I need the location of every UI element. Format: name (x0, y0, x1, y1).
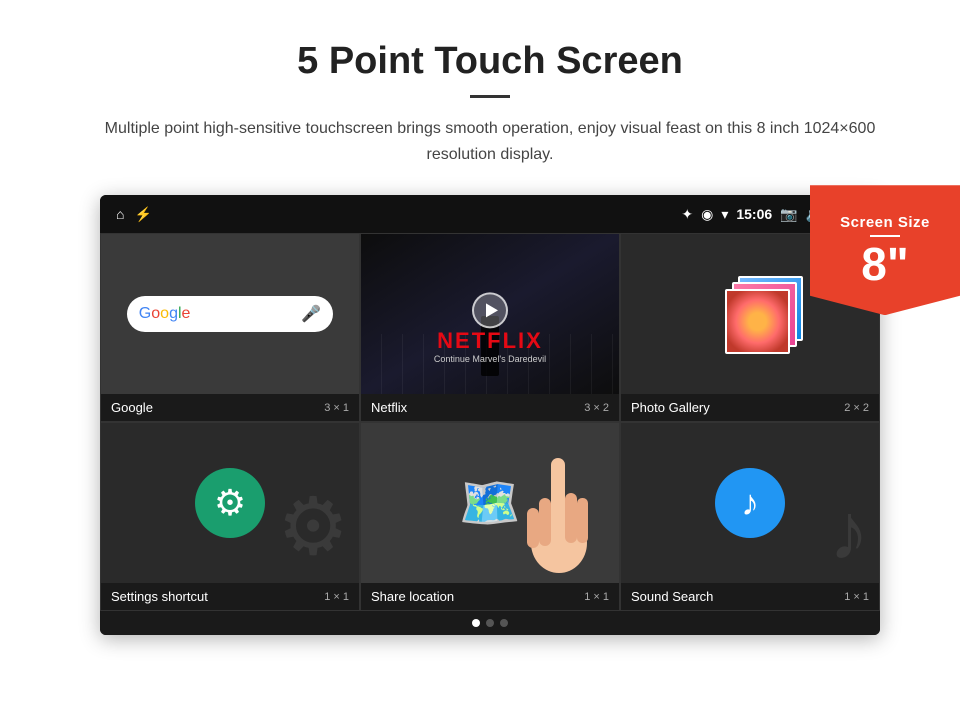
google-app-cell[interactable]: Google 🎤 Google 3 × 1 (100, 233, 360, 422)
dot-1[interactable] (472, 619, 480, 627)
android-screen: ⌂ ⚡ ✦ ◉ ▾ 15:06 📷 🔊 ⊡ (100, 195, 880, 635)
google-label-bar: Google 3 × 1 (101, 394, 359, 421)
netflix-subtitle: Continue Marvel's Daredevil (434, 354, 546, 364)
share-cell-content: 🗺️ (361, 423, 619, 583)
camera-icon: 📷 (780, 206, 797, 223)
netflix-logo-text: NETFLIX (434, 328, 546, 354)
screen-container: Screen Size 8" ⌂ ⚡ ✦ ◉ ▾ (100, 195, 880, 635)
maps-icon-container: 🗺️ (455, 468, 525, 538)
sound-label-bar: Sound Search 1 × 1 (621, 583, 879, 610)
badge-title: Screen Size (840, 214, 930, 231)
google-app-size: 3 × 1 (324, 402, 349, 414)
page-wrapper: 5 Point Touch Screen Multiple point high… (0, 0, 980, 665)
play-button[interactable] (472, 293, 508, 329)
gear-shadow-icon: ⚙ (277, 480, 349, 573)
sound-icon-container: ♪ (715, 468, 785, 538)
netflix-app-cell[interactable]: NETFLIX Continue Marvel's Daredevil Netf… (360, 233, 620, 422)
hand-pointer-container (519, 438, 609, 583)
page-subtitle: Multiple point high-sensitive touchscree… (100, 116, 880, 167)
app-grid-row1: Google 🎤 Google 3 × 1 (100, 233, 880, 422)
app-grid-row2: ⚙ ⚙ Settings shortcut 1 × 1 🗺️ (100, 422, 880, 611)
dot-2[interactable] (486, 619, 494, 627)
settings-label-bar: Settings shortcut 1 × 1 (101, 583, 359, 610)
flower-image (727, 291, 788, 352)
status-time: 15:06 (736, 206, 772, 222)
netflix-cell-content: NETFLIX Continue Marvel's Daredevil (361, 234, 619, 394)
netflix-app-size: 3 × 2 (584, 402, 609, 414)
share-label-bar: Share location 1 × 1 (361, 583, 619, 610)
sound-cell-content: ♪ ♪ (621, 423, 879, 583)
google-search-bar[interactable]: Google 🎤 (127, 296, 333, 332)
status-left: ⌂ ⚡ (116, 206, 152, 223)
settings-cell-content: ⚙ ⚙ (101, 423, 359, 583)
sound-app-size: 1 × 1 (844, 591, 869, 603)
google-mic-icon[interactable]: 🎤 (301, 304, 321, 324)
sound-app-name: Sound Search (631, 589, 713, 604)
gallery-stack (710, 274, 790, 354)
netflix-logo-overlay: NETFLIX Continue Marvel's Daredevil (434, 328, 546, 364)
gallery-app-name: Photo Gallery (631, 400, 710, 415)
settings-app-name: Settings shortcut (111, 589, 208, 604)
play-triangle-icon (486, 304, 498, 318)
location-icon: ◉ (701, 206, 713, 223)
music-note-icon: ♪ (741, 482, 759, 524)
heading-divider (470, 95, 510, 98)
status-bar: ⌂ ⚡ ✦ ◉ ▾ 15:06 📷 🔊 ⊡ (100, 195, 880, 233)
maps-icon: 🗺️ (459, 474, 521, 533)
page-title: 5 Point Touch Screen (50, 40, 930, 83)
bluetooth-icon: ✦ (681, 206, 693, 223)
google-cell-content: Google 🎤 (101, 234, 359, 394)
share-app-size: 1 × 1 (584, 591, 609, 603)
usb-icon: ⚡ (134, 206, 151, 223)
screen-size-badge: Screen Size 8" (810, 185, 960, 315)
google-logo: Google (139, 305, 191, 323)
settings-icon-container: ⚙ (195, 468, 265, 538)
share-app-name: Share location (371, 589, 454, 604)
music-shadow-icon: ♪ (829, 486, 869, 578)
badge-size: 8" (861, 241, 908, 287)
dot-3[interactable] (500, 619, 508, 627)
home-icon[interactable]: ⌂ (116, 206, 124, 222)
gallery-app-size: 2 × 2 (844, 402, 869, 414)
badge-divider (870, 235, 900, 237)
gear-icon: ⚙ (214, 482, 246, 524)
share-location-cell[interactable]: 🗺️ (360, 422, 620, 611)
gallery-photo-front (725, 289, 790, 354)
gallery-label-bar: Photo Gallery 2 × 2 (621, 394, 879, 421)
netflix-scene: NETFLIX Continue Marvel's Daredevil (361, 234, 619, 394)
sound-search-cell[interactable]: ♪ ♪ Sound Search 1 × 1 (620, 422, 880, 611)
settings-app-cell[interactable]: ⚙ ⚙ Settings shortcut 1 × 1 (100, 422, 360, 611)
wifi-icon: ▾ (721, 206, 728, 223)
netflix-app-name: Netflix (371, 400, 407, 415)
pagination-dots (100, 611, 880, 635)
netflix-label-bar: Netflix 3 × 2 (361, 394, 619, 421)
google-app-name: Google (111, 400, 153, 415)
hand-pointing-svg (519, 438, 609, 578)
settings-app-size: 1 × 1 (324, 591, 349, 603)
